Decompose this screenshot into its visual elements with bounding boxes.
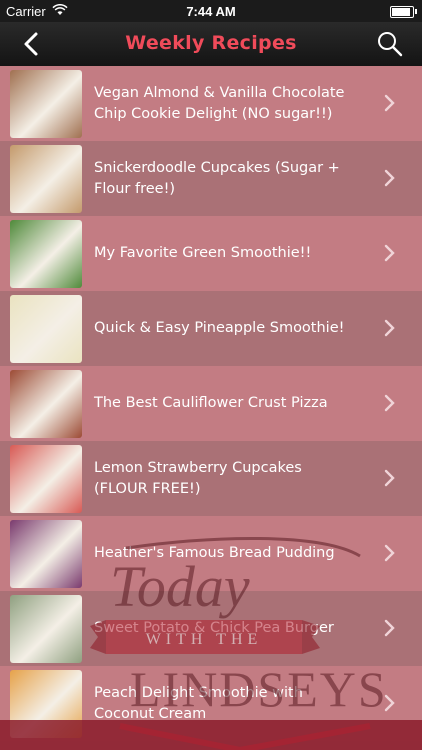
page-title: Weekly Recipes: [125, 32, 297, 54]
search-icon: [378, 32, 403, 57]
search-button[interactable]: [376, 30, 404, 58]
recipe-title: Snickerdoodle Cupcakes (Sugar + Flour fr…: [94, 159, 340, 197]
recipe-title: Quick & Easy Pineapple Smoothie!: [94, 320, 345, 336]
recipe-row[interactable]: Quick & Easy Pineapple Smoothie!: [0, 291, 422, 366]
recipe-title: The Best Cauliflower Crust Pizza: [94, 395, 328, 411]
recipe-row[interactable]: Lemon Strawberry Cupcakes (FLOUR FREE!): [0, 441, 422, 516]
recipe-thumbnail: [10, 70, 82, 138]
recipe-title: Sweet Potato & Chick Pea Burger: [94, 620, 334, 636]
chevron-right-icon: [382, 540, 398, 566]
chevron-right-icon: [382, 690, 398, 716]
recipe-row[interactable]: My Favorite Green Smoothie!!: [0, 216, 422, 291]
recipe-row[interactable]: Heather's Famous Bread Pudding: [0, 516, 422, 591]
recipe-row[interactable]: Snickerdoodle Cupcakes (Sugar + Flour fr…: [0, 141, 422, 216]
recipe-title: My Favorite Green Smoothie!!: [94, 245, 312, 261]
bottom-band: [0, 720, 422, 750]
chevron-right-icon: [382, 90, 398, 116]
recipe-row[interactable]: The Best Cauliflower Crust Pizza: [0, 366, 422, 441]
recipe-thumbnail: [10, 595, 82, 663]
recipe-row[interactable]: Vegan Almond & Vanilla Chocolate Chip Co…: [0, 66, 422, 141]
recipe-thumbnail: [10, 220, 82, 288]
recipe-thumbnail: [10, 520, 82, 588]
battery-icon: [390, 6, 414, 18]
battery-level: [392, 8, 410, 16]
chevron-right-icon: [382, 390, 398, 416]
recipe-row[interactable]: Sweet Potato & Chick Pea Burger: [0, 591, 422, 666]
chevron-right-icon: [382, 165, 398, 191]
recipe-title: Lemon Strawberry Cupcakes (FLOUR FREE!): [94, 459, 302, 497]
recipe-thumbnail: [10, 145, 82, 213]
navigation-bar: Weekly Recipes: [0, 22, 422, 66]
recipe-thumbnail: [10, 295, 82, 363]
chevron-right-icon: [382, 315, 398, 341]
chevron-right-icon: [382, 465, 398, 491]
recipe-list[interactable]: Vegan Almond & Vanilla Chocolate Chip Co…: [0, 66, 422, 750]
recipe-thumbnail: [10, 370, 82, 438]
recipe-thumbnail: [10, 445, 82, 513]
battery-tip: [415, 9, 417, 14]
clock: 7:44 AM: [186, 4, 236, 19]
chevron-right-icon: [382, 240, 398, 266]
status-bar: Carrier 7:44 AM: [0, 0, 422, 22]
chevron-right-icon: [382, 615, 398, 641]
recipe-title: Vegan Almond & Vanilla Chocolate Chip Co…: [94, 84, 345, 122]
recipe-title: Heather's Famous Bread Pudding: [94, 545, 335, 561]
